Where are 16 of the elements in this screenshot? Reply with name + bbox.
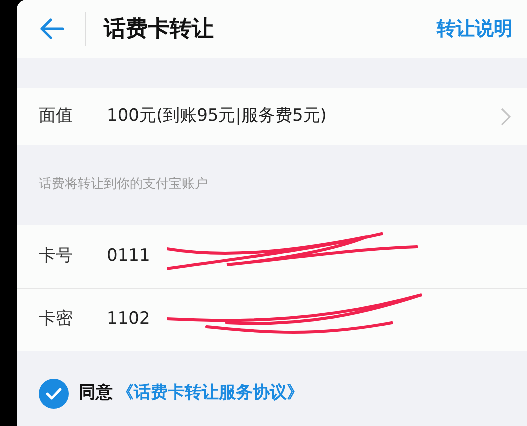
field-value: 0111 [107,244,150,268]
face-value: 100元(到账95元|服务费5元) [107,104,327,128]
face-value-row[interactable]: 面值 100元(到账95元|服务费5元) [17,88,527,145]
page-title: 话费卡转让 [104,16,214,44]
field-label: 卡密 [39,308,74,332]
info-note: 话费将转让到你的支付宝账户 [38,176,209,194]
field-value: 1102 [107,308,150,332]
agree-label: 同意 [79,382,113,406]
chevron-icon [501,108,511,126]
agreement-checkbox[interactable] [39,379,69,409]
back-icon[interactable] [39,18,65,40]
field-label: 卡号 [39,244,74,268]
check-icon [46,388,62,400]
transfer-info-link[interactable]: 转让说明 [437,14,513,44]
field-label: 面值 [39,104,74,128]
agreement-link[interactable]: 《话费卡转让服务协议》 [117,381,304,407]
